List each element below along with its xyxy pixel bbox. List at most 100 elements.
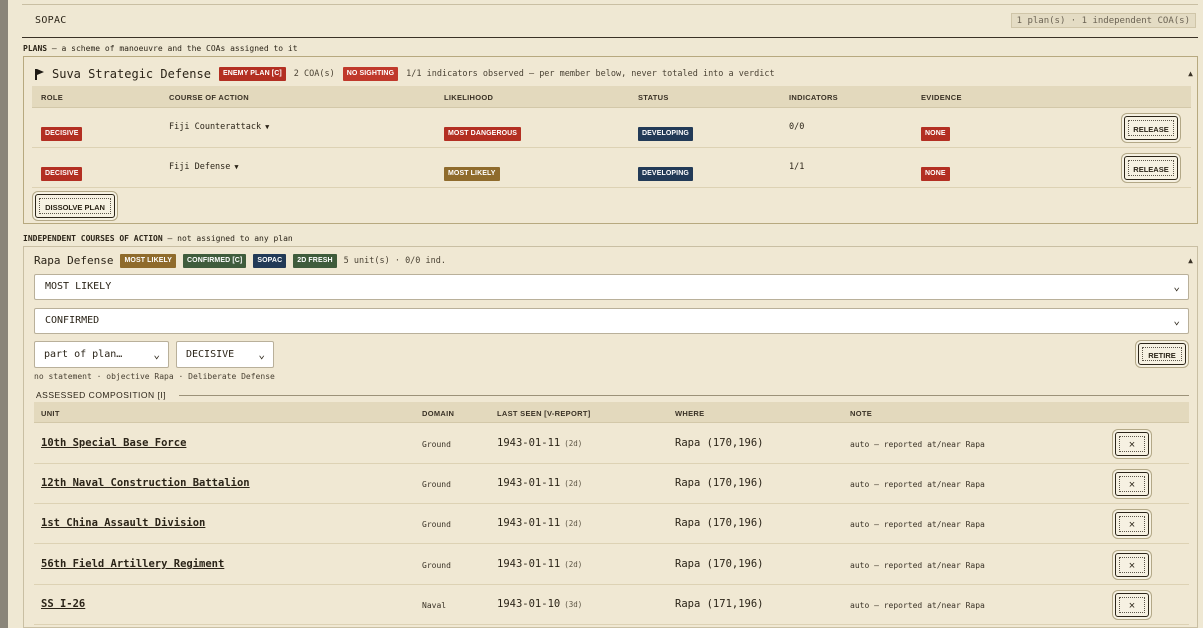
seen-date: 1943-01-11 — [497, 477, 561, 489]
role-badge: DECISIVE — [41, 167, 83, 181]
theatre-header: SOPAC 1 plan(s) · 1 independent COA(s) — [22, 4, 1198, 38]
unit-link[interactable]: 1st China Assault Division — [41, 517, 205, 529]
chevron-down-icon: ⌄ — [153, 348, 160, 361]
coa-header[interactable]: Rapa Defense MOST LIKELY CONFIRMED [C] S… — [34, 253, 446, 268]
indep-label-desc: — not assigned to any plan — [162, 234, 293, 243]
confidence-select-value: CONFIRMED — [45, 315, 100, 326]
retire-button[interactable]: RETIRE — [1138, 343, 1186, 365]
evidence-badge: NONE — [921, 167, 950, 181]
table-row: SS I-26 Naval 1943-01-10 (3d) Rapa (171,1… — [34, 585, 1189, 625]
unit-where: Rapa (170,196) — [675, 558, 764, 570]
table-row: 1st China Assault Division Ground 1943-0… — [34, 504, 1189, 544]
col-role: ROLE — [41, 93, 64, 102]
col-likelihood: LIKELIHOOD — [444, 93, 494, 102]
unit-last-seen: 1943-01-11 (2d) — [497, 477, 582, 489]
confidence-badge: CONFIRMED [C] — [183, 253, 247, 268]
col-where: WHERE — [675, 409, 705, 418]
remove-unit-button[interactable]: × — [1115, 432, 1149, 456]
divider — [179, 395, 1189, 396]
dissolve-plan-button[interactable]: DISSOLVE PLAN — [35, 194, 115, 218]
collapse-icon[interactable]: ▲ — [1188, 256, 1193, 265]
unit-link[interactable]: SS I-26 — [41, 598, 85, 610]
col-note: NOTE — [850, 409, 873, 418]
plan-coa-table: ROLE COURSE OF ACTION LIKELIHOOD STATUS … — [32, 86, 1191, 188]
coa-statement: no statement · objective Rapa · Delibera… — [34, 372, 275, 381]
plan-header[interactable]: Suva Strategic Defense ENEMY PLAN [C] 2 … — [34, 66, 1184, 82]
status-badge: DEVELOPING — [638, 127, 693, 141]
seen-age: (2d) — [564, 560, 583, 569]
role-select[interactable]: DECISIVE ⌄ — [176, 341, 274, 368]
evidence-badge: NONE — [921, 127, 950, 141]
unit-last-seen: 1943-01-11 (2d) — [497, 517, 582, 529]
release-button[interactable]: RELEASE — [1124, 116, 1178, 140]
coa-name: Rapa Defense — [34, 254, 114, 267]
release-button[interactable]: RELEASE — [1124, 156, 1178, 180]
remove-unit-button[interactable]: × — [1115, 553, 1149, 577]
plan-select[interactable]: part of plan… ⌄ — [34, 341, 169, 368]
unit-where: Rapa (171,196) — [675, 598, 764, 610]
unit-last-seen: 1943-01-11 (2d) — [497, 437, 582, 449]
coa-name: Fiji Counterattack — [169, 122, 262, 132]
table-row: DECISIVE Fiji Counterattack ▼ MOST DANGER… — [32, 108, 1191, 148]
seen-date: 1943-01-10 — [497, 598, 561, 610]
collapse-icon[interactable]: ▲ — [1188, 69, 1193, 78]
unit-domain: Ground — [422, 480, 451, 489]
chevron-down-icon: ⌄ — [1173, 280, 1180, 293]
table-header: ROLE COURSE OF ACTION LIKELIHOOD STATUS … — [32, 86, 1191, 108]
unit-last-seen: 1943-01-10 (3d) — [497, 598, 582, 610]
indicators-summary: 1/1 indicators observed — per member bel… — [406, 69, 775, 79]
confidence-select[interactable]: CONFIRMED ⌄ — [34, 308, 1189, 334]
table-row: 12th Naval Construction Battalion Ground… — [34, 464, 1189, 504]
unit-note: auto — reported at/near Rapa — [850, 440, 985, 449]
remove-unit-button[interactable]: × — [1115, 593, 1149, 617]
chevron-down-icon: ▼ — [234, 163, 239, 171]
coa-select[interactable]: Fiji Counterattack ▼ — [169, 122, 269, 132]
unit-table-header: UNIT DOMAIN LAST SEEN [V-REPORT] WHERE N… — [34, 402, 1189, 423]
col-status: STATUS — [638, 93, 669, 102]
unit-note: auto — reported at/near Rapa — [850, 480, 985, 489]
unit-domain: Naval — [422, 601, 447, 610]
window-left-rail — [0, 0, 8, 628]
theatre-title: SOPAC — [35, 15, 67, 26]
plan-select-value: part of plan… — [44, 349, 123, 360]
seen-date: 1943-01-11 — [497, 558, 561, 570]
unit-domain: Ground — [422, 561, 451, 570]
likelihood-select[interactable]: MOST LIKELY ⌄ — [34, 274, 1189, 300]
unit-domain: Ground — [422, 440, 451, 449]
chevron-down-icon: ⌄ — [1173, 314, 1180, 327]
indicators-value: 1/1 — [789, 162, 805, 172]
coa-select[interactable]: Fiji Defense ▼ — [169, 162, 239, 172]
plans-label-desc: — a scheme of manoeuvre and the COAs ass… — [47, 44, 298, 53]
table-row: DECISIVE Fiji Defense ▼ MOST LIKELY DEVEL… — [32, 148, 1191, 188]
independent-section-label: INDEPENDENT COURSES OF ACTION — not assi… — [23, 234, 293, 243]
likelihood-badge: MOST DANGEROUS — [444, 127, 522, 141]
unit-domain: Ground — [422, 520, 451, 529]
unit-note: auto — reported at/near Rapa — [850, 561, 985, 570]
unit-where: Rapa (170,196) — [675, 477, 764, 489]
coa-meta: 5 unit(s) · 0/0 ind. — [343, 255, 447, 266]
remove-unit-button[interactable]: × — [1115, 472, 1149, 496]
seen-date: 1943-01-11 — [497, 517, 561, 529]
coa-count: 2 COA(s) — [293, 69, 335, 79]
enemy-plan-badge: ENEMY PLAN [C] — [218, 67, 286, 81]
unit-link[interactable]: 10th Special Base Force — [41, 437, 186, 449]
role-select-value: DECISIVE — [186, 349, 235, 360]
coa-card: Rapa Defense MOST LIKELY CONFIRMED [C] S… — [23, 246, 1198, 628]
seen-age: (3d) — [564, 600, 583, 609]
coa-name: Fiji Defense — [169, 162, 231, 172]
status-badge: DEVELOPING — [638, 167, 693, 181]
plan-name: Suva Strategic Defense — [52, 67, 211, 81]
plans-section-label: PLANS — a scheme of manoeuvre and the CO… — [23, 44, 298, 53]
flag-icon — [34, 68, 44, 80]
col-unit: UNIT — [41, 409, 60, 418]
likelihood-badge: MOST LIKELY — [444, 167, 500, 181]
unit-link[interactable]: 12th Naval Construction Battalion — [41, 477, 250, 489]
indicators-value: 0/0 — [789, 122, 805, 132]
role-badge: DECISIVE — [41, 127, 83, 141]
col-indicators: INDICATORS — [789, 93, 838, 102]
remove-unit-button[interactable]: × — [1115, 512, 1149, 536]
unit-last-seen: 1943-01-11 (2d) — [497, 558, 582, 570]
col-last-seen: LAST SEEN [V-REPORT] — [497, 409, 591, 418]
unit-link[interactable]: 56th Field Artillery Regiment — [41, 558, 224, 570]
sighting-badge: NO SIGHTING — [342, 67, 399, 81]
